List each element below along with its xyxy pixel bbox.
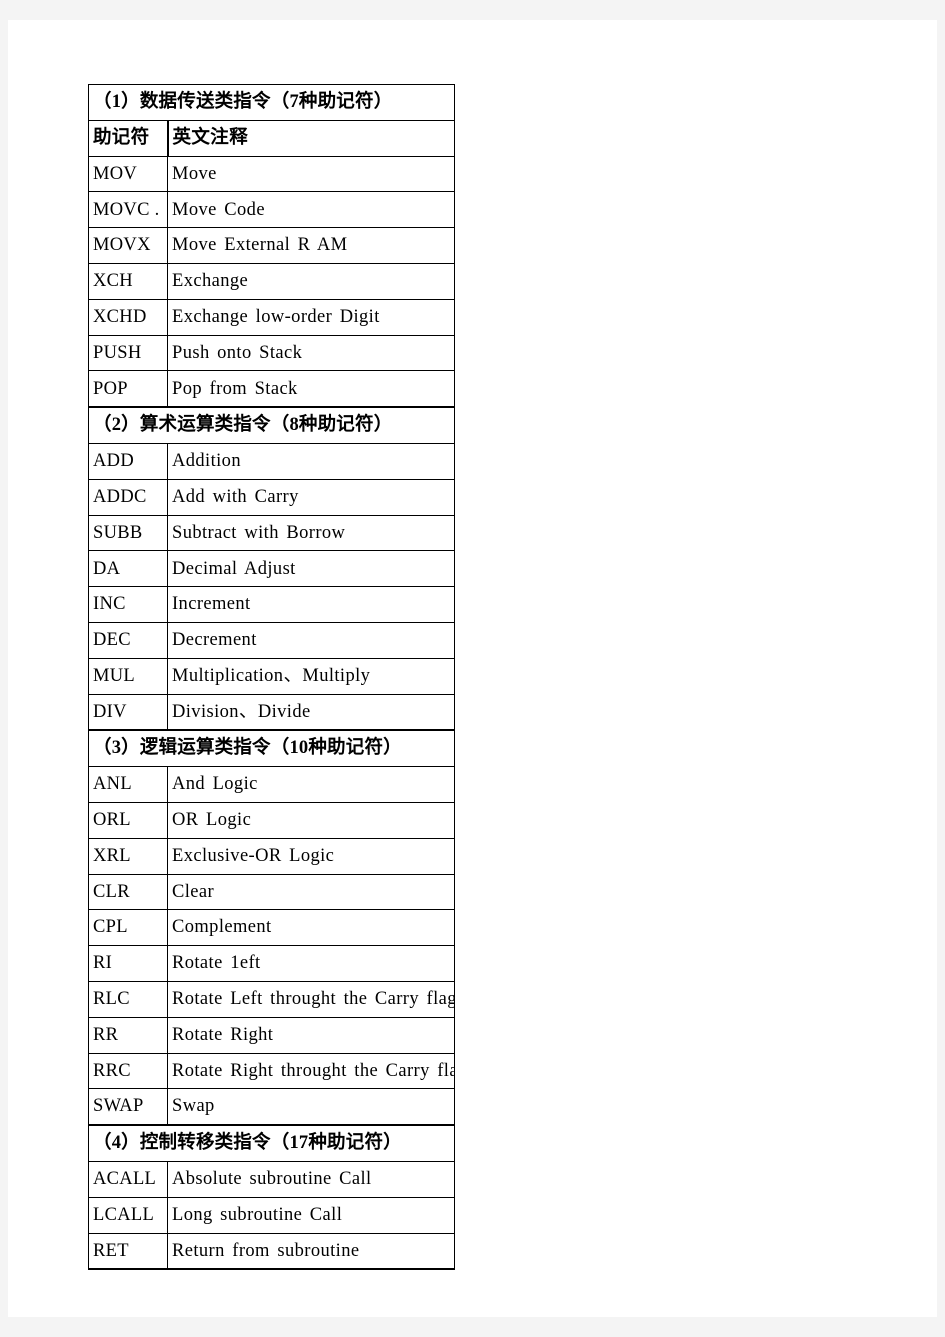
cell-mnemonic: RR	[88, 1016, 168, 1054]
table-row: RET Return from subroutine	[88, 1232, 455, 1271]
cell-english: Rotate Right throught the Carry flag	[167, 1052, 455, 1090]
cell-english: Move Code	[167, 191, 455, 229]
cell-mnemonic: MOV	[88, 155, 168, 193]
cell-mnemonic: ADD	[88, 442, 168, 480]
cell-english: Exchange low-order Digit	[167, 298, 455, 336]
cell-mnemonic: MOVX	[88, 227, 168, 264]
section-title: （3）逻辑运算类指令（10种助记符）	[88, 729, 455, 768]
cell-mnemonic: INC	[88, 586, 168, 623]
cell-english: Rotate 1eft	[167, 945, 455, 982]
cell-english: Addition	[167, 442, 455, 480]
section-title-row: （3）逻辑运算类指令（10种助记符）	[88, 729, 455, 768]
table-row: POP Pop from Stack	[88, 370, 455, 409]
cell-mnemonic: POP	[88, 370, 168, 409]
table-row: ACALL Absolute subroutine Call	[88, 1160, 455, 1198]
document-page: （1）数据传送类指令（7种助记符） 助记符 英文注释 MOV Move MOVC . Mov…	[8, 20, 937, 1317]
table-row: CLR Clear	[88, 873, 455, 911]
cell-mnemonic: XRL	[88, 837, 168, 875]
instruction-table: （1）数据传送类指令（7种助记符） 助记符 英文注释 MOV Move MOVC . Mov…	[88, 84, 455, 1271]
table-row: SUBB Subtract with Borrow	[88, 514, 455, 552]
table-row: RR Rotate Right	[88, 1016, 455, 1054]
table-row: CPL Complement	[88, 909, 455, 947]
table-row: SWAP Swap	[88, 1088, 455, 1127]
instruction-set-tables: （1）数据传送类指令（7种助记符） 助记符 英文注释 MOV Move MOVC . Mov…	[88, 84, 455, 1271]
cell-mnemonic: SWAP	[88, 1088, 168, 1127]
table-row: MOVX Move External R AM	[88, 227, 455, 264]
cell-mnemonic: DEC	[88, 621, 168, 659]
cell-english: Clear	[167, 873, 455, 911]
cell-mnemonic: RRC	[88, 1052, 168, 1090]
cell-mnemonic: ORL	[88, 801, 168, 839]
table-row: MUL Multiplication、Multiply	[88, 657, 455, 695]
table-row: XCH Exchange	[88, 262, 455, 300]
cell-mnemonic: LCALL	[88, 1196, 168, 1234]
column-header-row: 助记符 英文注释	[88, 119, 455, 157]
cell-english: Pop from Stack	[167, 370, 455, 409]
cell-english: Swap	[167, 1088, 455, 1127]
table-row: XCHD Exchange low-order Digit	[88, 298, 455, 336]
cell-english: Decimal Adjust	[167, 550, 455, 588]
table-row: LCALL Long subroutine Call	[88, 1196, 455, 1234]
table-row: RI Rotate 1eft	[88, 945, 455, 982]
table-row: ADDC Add with Carry	[88, 478, 455, 516]
cell-mnemonic: PUSH	[88, 334, 168, 372]
section-title-row: （4）控制转移类指令（17种助记符）	[88, 1124, 455, 1162]
column-header-mnemonic: 助记符	[88, 119, 169, 157]
cell-english: Exchange	[167, 262, 455, 300]
cell-english: Complement	[167, 909, 455, 947]
table-row: RRC Rotate Right throught the Carry flag	[88, 1052, 455, 1090]
cell-mnemonic: XCH	[88, 262, 168, 300]
cell-english: Absolute subroutine Call	[167, 1160, 455, 1198]
section-title: （4）控制转移类指令（17种助记符）	[88, 1124, 455, 1162]
column-header-english: 英文注释	[167, 119, 455, 157]
cell-english: Rotate Left throught the Carry flag	[167, 980, 455, 1018]
cell-english: Move	[167, 155, 455, 193]
table-row: RLC Rotate Left throught the Carry flag	[88, 980, 455, 1018]
table-row: ADD Addition	[88, 442, 455, 480]
cell-english: Long subroutine Call	[167, 1196, 455, 1234]
section-title: （1）数据传送类指令（7种助记符）	[88, 84, 455, 121]
cell-mnemonic: DA	[88, 550, 168, 588]
cell-english: Push onto Stack	[167, 334, 455, 372]
cell-english: Increment	[167, 586, 455, 623]
cell-english: Decrement	[167, 621, 455, 659]
cell-english: Exclusive-OR Logic	[167, 837, 455, 875]
instruction-table-body: （1）数据传送类指令（7种助记符） 助记符 英文注释 MOV Move MOVC . Mov…	[88, 84, 455, 1271]
cell-english: Add with Carry	[167, 478, 455, 516]
cell-english: Multiplication、Multiply	[167, 657, 455, 695]
cell-english: OR Logic	[167, 801, 455, 839]
cell-mnemonic: RET	[88, 1232, 168, 1271]
table-row: MOVC . Move Code	[88, 191, 455, 229]
table-row: ANL And Logic	[88, 766, 455, 803]
cell-english: Subtract with Borrow	[167, 514, 455, 552]
cell-mnemonic: XCHD	[88, 298, 168, 336]
cell-mnemonic: DIV	[88, 693, 168, 732]
cell-mnemonic: MOVC .	[88, 191, 168, 229]
cell-english: And Logic	[167, 766, 455, 803]
table-row: INC Increment	[88, 586, 455, 623]
table-row: MOV Move	[88, 155, 455, 193]
cell-english: Move External R AM	[167, 227, 455, 264]
cell-english: Rotate Right	[167, 1016, 455, 1054]
table-row: ORL OR Logic	[88, 801, 455, 839]
section-title-row: （1）数据传送类指令（7种助记符）	[88, 84, 455, 121]
cell-mnemonic: SUBB	[88, 514, 168, 552]
cell-english: Division、Divide	[167, 693, 455, 732]
cell-english: Return from subroutine	[167, 1232, 455, 1271]
section-title-row: （2）算术运算类指令（8种助记符）	[88, 406, 455, 444]
cell-mnemonic: CLR	[88, 873, 168, 911]
section-title: （2）算术运算类指令（8种助记符）	[88, 406, 455, 444]
cell-mnemonic: CPL	[88, 909, 168, 947]
table-row: DA Decimal Adjust	[88, 550, 455, 588]
cell-mnemonic: ADDC	[88, 478, 168, 516]
cell-mnemonic: RI	[88, 945, 168, 982]
table-row: XRL Exclusive-OR Logic	[88, 837, 455, 875]
cell-mnemonic: ANL	[88, 766, 168, 803]
cell-mnemonic: MUL	[88, 657, 168, 695]
table-row: DIV Division、Divide	[88, 693, 455, 732]
cell-mnemonic: ACALL	[88, 1160, 168, 1198]
cell-mnemonic: RLC	[88, 980, 168, 1018]
table-row: PUSH Push onto Stack	[88, 334, 455, 372]
table-row: DEC Decrement	[88, 621, 455, 659]
